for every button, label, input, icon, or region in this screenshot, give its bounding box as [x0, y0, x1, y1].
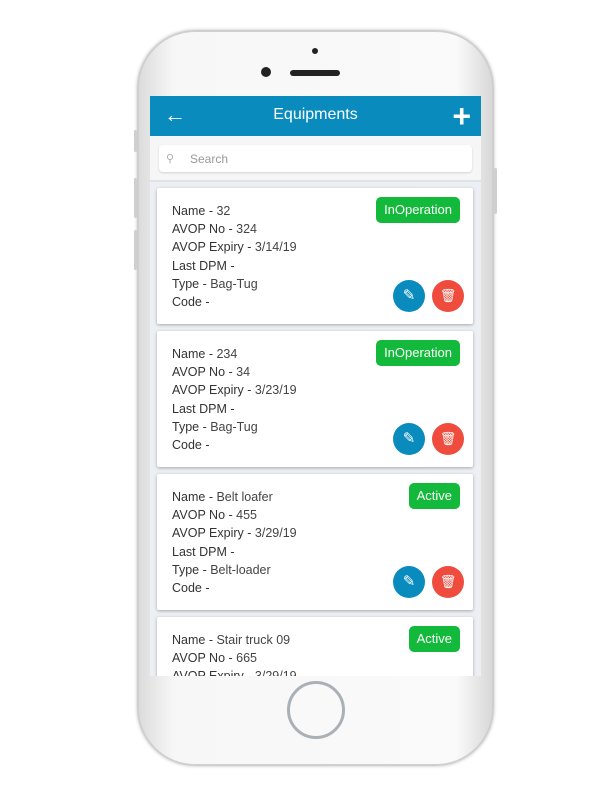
search-bar: ⚲: [150, 136, 481, 182]
volume-down-button: [134, 230, 137, 270]
field-name: Name - 32: [172, 204, 231, 218]
field-avop-no: AVOP No - 455: [172, 508, 258, 523]
app-header: ← Equipments +: [150, 96, 481, 136]
search-box: ⚲: [159, 145, 472, 172]
status-badge: Active: [408, 626, 460, 652]
field-avop-expiry: AVOP Expiry - 3/29/19: [172, 526, 297, 541]
equipment-card[interactable]: Name - 234 AVOP No - 34 AVOP Expiry - 3/23…: [157, 331, 473, 467]
equipment-card[interactable]: Name - Stair truck 09 AVOP No - 665AVOP E…: [157, 617, 473, 676]
delete-button[interactable]: 🗑: [432, 423, 464, 455]
status-badge: InOperation: [376, 340, 460, 366]
field-last-dpm: Last DPM -: [172, 544, 235, 559]
home-button[interactable]: [287, 681, 345, 739]
delete-button[interactable]: 🗑: [432, 280, 464, 312]
edit-button[interactable]: ✎: [393, 280, 425, 312]
speaker: [290, 70, 340, 76]
delete-button[interactable]: 🗑: [432, 566, 464, 598]
field-name: Name - Stair truck 09: [172, 633, 291, 647]
plus-icon[interactable]: +: [452, 96, 471, 136]
sensor: [312, 48, 318, 54]
edit-button[interactable]: ✎: [393, 566, 425, 598]
edit-button[interactable]: ✎: [393, 423, 425, 455]
field-avop-expiry: AVOP Expiry - 3/23/19: [172, 383, 297, 398]
search-input[interactable]: [190, 151, 460, 166]
field-type: Type - Belt-loader: [172, 562, 271, 577]
pencil-icon: ✎: [402, 430, 416, 447]
field-type: Type - Bag-Tug: [172, 276, 258, 291]
equipment-details: Name - 32 AVOP No - 324 AVOP Expiry - 3/14…: [172, 202, 297, 311]
equipment-details: Name - Stair truck 09 AVOP No - 665AVOP E…: [172, 631, 297, 676]
trash-icon: 🗑: [439, 574, 457, 589]
status-badge: InOperation: [376, 197, 460, 223]
field-name: Name - 234: [172, 347, 238, 361]
power-button: [494, 168, 497, 214]
field-avop-expiry: AVOP Expiry - 3/29/19: [172, 667, 297, 676]
trash-icon: 🗑: [439, 288, 457, 303]
field-avop-no: AVOP No - 665: [172, 651, 258, 666]
app-screen: ← Equipments + ⚲ Name - 32 AVOP No - 324 A…: [150, 96, 481, 676]
page-title: Equipments: [273, 106, 358, 123]
pencil-icon: ✎: [402, 573, 416, 590]
field-avop-no: AVOP No - 34: [172, 365, 251, 380]
field-type: Type - Bag-Tug: [172, 419, 258, 434]
field-avop-no: AVOP No - 324: [172, 222, 258, 237]
front-camera: [261, 67, 271, 77]
field-code: Code -: [172, 295, 210, 310]
equipment-details: Name - Belt loafer AVOP No - 455 AVOP Expi…: [172, 488, 297, 597]
equipment-card[interactable]: Name - Belt loafer AVOP No - 455 AVOP Expi…: [157, 474, 473, 610]
trash-icon: 🗑: [439, 431, 457, 446]
equipment-card[interactable]: Name - 32 AVOP No - 324 AVOP Expiry - 3/14…: [157, 188, 473, 324]
volume-up-button: [134, 178, 137, 218]
field-code: Code -: [172, 581, 210, 596]
mute-switch: [134, 130, 137, 152]
status-badge: Active: [408, 483, 460, 509]
field-last-dpm: Last DPM -: [172, 258, 235, 273]
equipment-details: Name - 234 AVOP No - 34 AVOP Expiry - 3/23…: [172, 345, 297, 454]
field-name: Name - Belt loafer: [172, 490, 273, 504]
field-code: Code -: [172, 438, 210, 453]
pencil-icon: ✎: [402, 287, 416, 304]
search-icon: ⚲: [166, 153, 175, 165]
field-avop-expiry: AVOP Expiry - 3/14/19: [172, 240, 297, 255]
field-last-dpm: Last DPM -: [172, 401, 235, 416]
